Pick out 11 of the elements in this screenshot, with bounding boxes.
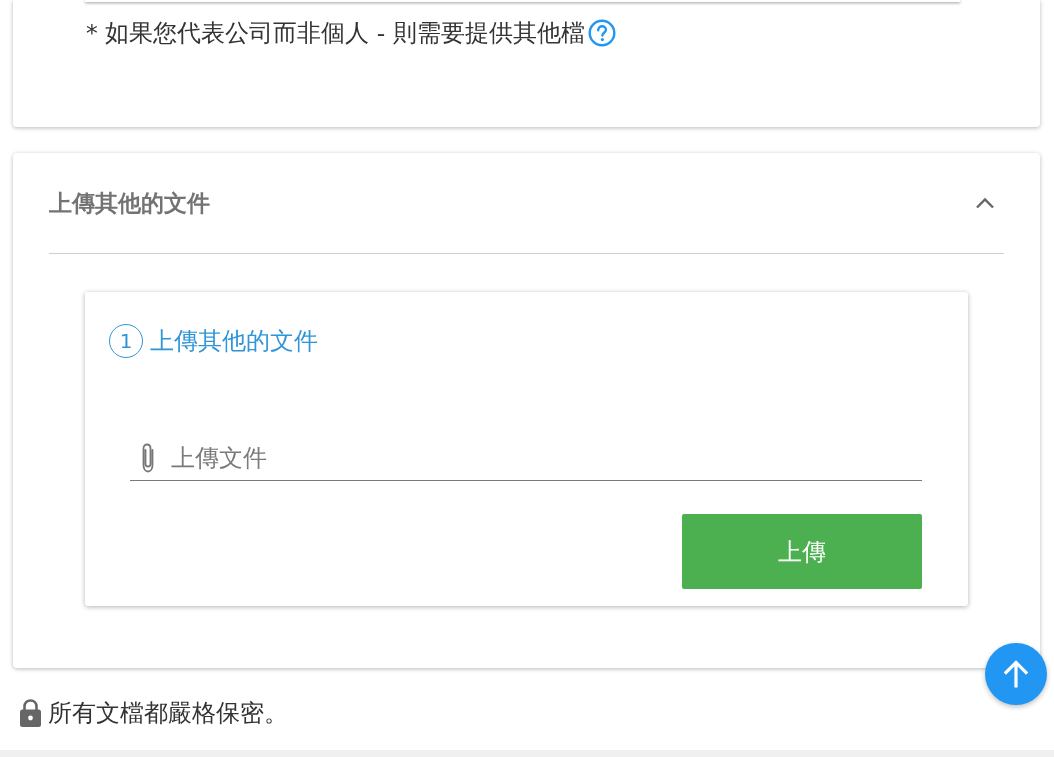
arrow-up-icon: [1003, 660, 1029, 688]
upload-button[interactable]: 上傳: [682, 514, 922, 589]
company-note: * 如果您代表公司而非個人 - 則需要提供其他檔: [86, 18, 585, 48]
chevron-up-icon[interactable]: [975, 197, 995, 209]
scroll-top-button[interactable]: [985, 643, 1047, 705]
step-title: 上傳其他的文件: [150, 326, 318, 357]
help-icon[interactable]: [587, 19, 616, 47]
privacy-note: 所有文檔都嚴格保密。: [48, 698, 288, 728]
panel-title: 上傳其他的文件: [49, 188, 210, 218]
lock-icon: [18, 698, 43, 728]
file-field[interactable]: 上傳文件: [130, 436, 922, 481]
